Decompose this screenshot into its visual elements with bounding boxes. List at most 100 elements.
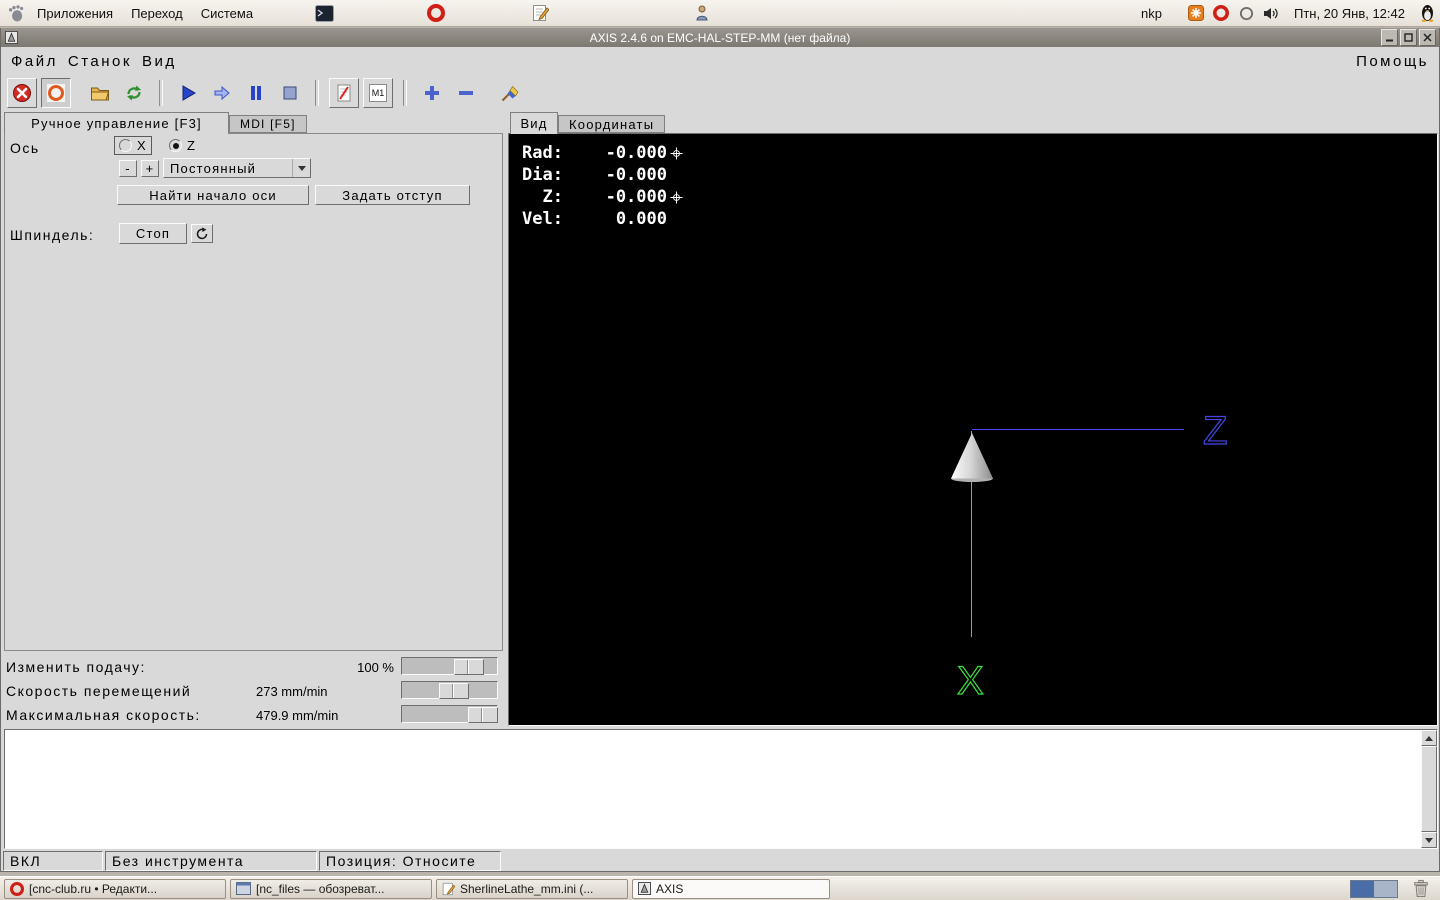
- spindle-arrow-icon: [196, 226, 208, 239]
- max-velocity-slider[interactable]: [401, 705, 498, 723]
- estop-button[interactable]: [7, 77, 37, 108]
- max-velocity-label: Максимальная скорость:: [6, 707, 201, 723]
- axis-z-radio[interactable]: Z: [165, 137, 200, 154]
- slider-handle[interactable]: [439, 683, 469, 699]
- terminal-launcher-icon[interactable]: [314, 3, 334, 23]
- block-delete-toggle[interactable]: [329, 77, 359, 108]
- scroll-down-icon[interactable]: [1421, 832, 1437, 848]
- dro-row-rad: Rad: -0.000: [515, 142, 683, 164]
- feed-override-value: 100 %: [357, 660, 394, 675]
- zoom-in-button[interactable]: [417, 77, 447, 108]
- pause-icon: [251, 85, 261, 100]
- run-button[interactable]: [173, 77, 203, 108]
- opera-tray-icon[interactable]: [1213, 5, 1230, 22]
- clock[interactable]: Птн, 20 Янв, 12:42: [1294, 6, 1405, 21]
- opera-launcher-icon[interactable]: [426, 3, 446, 23]
- spindle-stop-button[interactable]: Стоп: [119, 223, 187, 244]
- jog-speed-slider[interactable]: [401, 681, 498, 699]
- desktop: Приложения Переход Система nkp Птн, 20 Я…: [0, 0, 1440, 900]
- dro-value: -0.000: [605, 143, 667, 163]
- gnome-panel: Приложения Переход Система nkp Птн, 20 Я…: [0, 0, 1440, 27]
- axis-window-icon: [5, 31, 18, 44]
- taskbar-button-label: [nc_files — обозреват...: [256, 881, 385, 896]
- app-launcher-icon[interactable]: [692, 3, 712, 23]
- system-menu[interactable]: Система: [201, 6, 253, 21]
- slider-handle[interactable]: [468, 707, 498, 723]
- workspace-1[interactable]: [1351, 880, 1374, 897]
- toolbar-separator: [315, 79, 319, 106]
- zoom-out-button[interactable]: [451, 77, 481, 108]
- jog-minus-button[interactable]: -: [119, 160, 137, 177]
- axis-icon: [638, 882, 651, 895]
- optional-pause-toggle[interactable]: M1: [363, 77, 393, 108]
- menu-view[interactable]: Вид: [142, 53, 177, 70]
- dro-value: -0.000: [605, 165, 667, 185]
- menubar: Файл Станок Вид Помощь: [1, 47, 1439, 75]
- feed-override-slider[interactable]: [401, 657, 498, 675]
- menu-file[interactable]: Файл: [11, 53, 58, 70]
- svg-text:Z: Z: [1203, 409, 1227, 453]
- taskbar-button-editor[interactable]: SherlineLathe_mm.ini (...: [436, 878, 628, 899]
- dro-label: Z:: [542, 187, 563, 207]
- preview-canvas[interactable]: Rad: -0.000 Dia: -0.000 Z: -0.000 Vel: 0…: [508, 133, 1438, 726]
- open-file-button[interactable]: [85, 77, 115, 108]
- tux-icon[interactable]: [1419, 5, 1436, 22]
- tab-dro[interactable]: Координаты: [558, 115, 666, 133]
- workspace-2[interactable]: [1374, 880, 1397, 897]
- menu-machine[interactable]: Станок: [68, 53, 132, 70]
- step-button[interactable]: [207, 77, 237, 108]
- username-label: nkp: [1141, 5, 1162, 21]
- zoom-in-icon: [425, 85, 439, 100]
- homed-icon: [670, 146, 683, 160]
- trash-icon[interactable]: [1412, 879, 1430, 898]
- svg-text:X: X: [957, 659, 984, 703]
- taskbar-button-label: [cnc-club.ru • Редакти...: [29, 881, 158, 896]
- machine-power-button[interactable]: [41, 77, 71, 108]
- feed-override-label: Изменить подачу:: [6, 659, 146, 675]
- update-notifier-icon[interactable]: [1188, 5, 1205, 22]
- feed-override-row: Изменить подачу: 100 %: [1, 655, 501, 679]
- workspace-switcher[interactable]: [1350, 879, 1398, 898]
- scrollbar-thumb[interactable]: [1421, 746, 1437, 832]
- places-menu[interactable]: Переход: [131, 6, 183, 21]
- tab-mdi[interactable]: MDI [F5]: [229, 115, 307, 133]
- text-editor-launcher-icon[interactable]: [530, 3, 550, 23]
- axis-x-radio[interactable]: X: [114, 136, 152, 155]
- dro-label: Vel:: [522, 209, 563, 229]
- home-axis-button[interactable]: Найти начало оси: [117, 185, 309, 205]
- m1-icon: M1: [368, 83, 388, 102]
- clear-plot-button[interactable]: [495, 77, 525, 108]
- slider-handle[interactable]: [454, 659, 484, 675]
- taskbar-button-file-manager[interactable]: [nc_files — обозреват...: [230, 878, 432, 899]
- taskbar-button-axis[interactable]: AXIS: [632, 878, 830, 899]
- titlebar[interactable]: AXIS 2.4.6 on EMC-HAL-STEP-MM (нет файла…: [1, 28, 1439, 47]
- taskbar-button-opera[interactable]: [cnc-club.ru • Редакти...: [4, 878, 226, 899]
- scroll-up-icon[interactable]: [1421, 730, 1437, 746]
- jog-mode-select[interactable]: Постоянный: [163, 158, 311, 178]
- history-scrollbar[interactable]: [1421, 730, 1437, 848]
- jog-speed-row: Скорость перемещений 273 mm/min: [1, 679, 501, 703]
- step-arrow-icon: [214, 85, 230, 100]
- menu-help[interactable]: Помощь: [1356, 53, 1429, 70]
- minimize-button[interactable]: [1381, 29, 1398, 46]
- history-area[interactable]: [4, 729, 1438, 849]
- reload-button[interactable]: [119, 77, 149, 108]
- stop-button[interactable]: [275, 77, 305, 108]
- gnome-foot-icon[interactable]: [6, 3, 26, 23]
- tab-manual-control[interactable]: Ручное управление [F3]: [4, 112, 229, 134]
- pause-button[interactable]: [241, 77, 271, 108]
- tab-preview[interactable]: Вид: [510, 112, 558, 134]
- applications-menu[interactable]: Приложения: [37, 6, 113, 21]
- mouse-tray-icon[interactable]: [1238, 5, 1255, 22]
- x-axis-label: X: [956, 658, 984, 703]
- tool-cone: [951, 433, 993, 482]
- spindle-reverse-button[interactable]: [191, 224, 213, 243]
- radio-icon: [169, 139, 182, 152]
- close-button[interactable]: [1419, 29, 1436, 46]
- broom-icon: [501, 85, 519, 101]
- maximize-button[interactable]: [1400, 29, 1417, 46]
- touch-off-button[interactable]: Задать отступ: [315, 185, 470, 205]
- jog-plus-button[interactable]: +: [141, 160, 159, 177]
- volume-icon[interactable]: [1263, 5, 1280, 22]
- dro-row-z: Z: -0.000: [515, 186, 683, 208]
